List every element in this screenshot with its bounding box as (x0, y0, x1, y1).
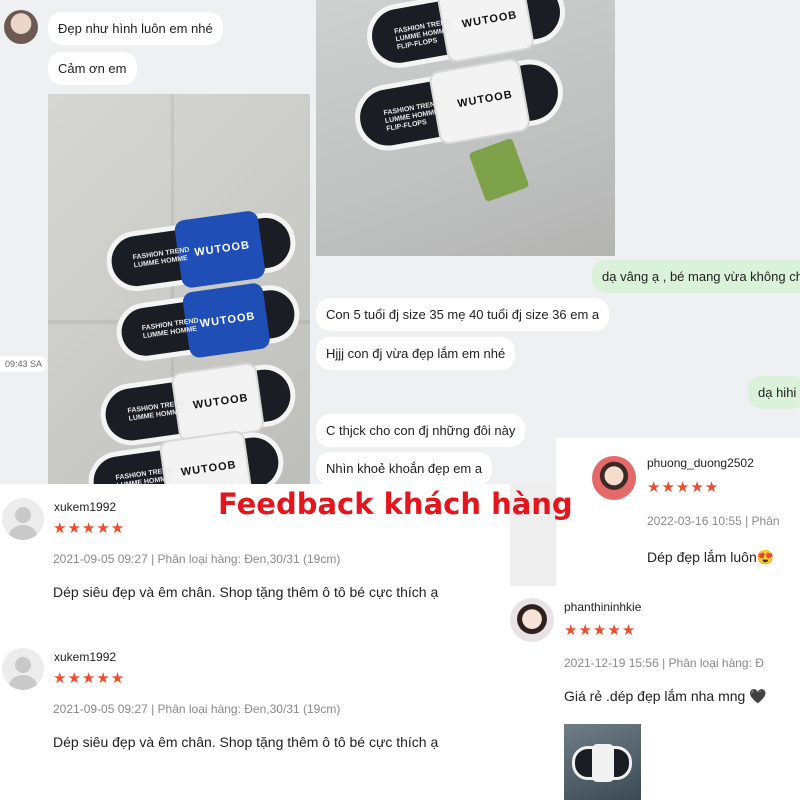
rating-stars: ★★★★★ (564, 622, 637, 639)
slipper-blue: FASHION TREND LUMME HOMME WUTOOB (112, 281, 304, 365)
chat-timestamp: 09:43 SA (0, 356, 48, 372)
review-username: phuong_duong2502 (647, 456, 754, 470)
product-photo-slippers[interactable]: FASHION TREND LUMME HOMME WUTOOB FASHION … (48, 94, 310, 484)
chat-message-incoming: Đẹp như hình luôn em nhé (48, 12, 223, 45)
chat-message-incoming: Hjjj con đj vừa đẹp lắm em nhé (316, 337, 516, 370)
review-meta: 2021-12-19 15:56 | Phân loại hàng: Đ (564, 656, 764, 670)
review-card: phuong_duong2502 ★★★★★ 2022-03-16 10:55 … (556, 438, 800, 586)
review-username: phanthininhkie (564, 600, 642, 614)
review-meta: 2022-03-16 10:55 | Phân (647, 514, 780, 528)
review-comment: Dép siêu đẹp và êm chân. Shop tặng thêm … (53, 584, 439, 600)
review-comment: Giá rẻ .dép đẹp lắm nha mng 🖤 (564, 688, 767, 704)
rating-stars: ★★★★★ (53, 670, 126, 687)
chat-message-outgoing: dạ vâng ạ , bé mang vừa không chị (592, 260, 800, 293)
review-username: xukem1992 (54, 500, 117, 514)
chat-message-incoming: C thjck cho con đj những đôi này (316, 414, 526, 447)
review-username: xukem1992 (54, 650, 117, 664)
review-card: phanthininhkie ★★★★★ 2021-12-19 15:56 | … (502, 586, 800, 800)
chat-message-incoming: Nhìn khoẻ khoắn đẹp em a (316, 452, 493, 484)
default-user-icon (2, 498, 44, 540)
review-meta: 2021-09-05 09:27 | Phân loại hàng: Đen,3… (53, 552, 341, 566)
customer-avatar (4, 10, 38, 44)
rating-stars: ★★★★★ (647, 479, 720, 496)
chat-message-incoming: Con 5 tuổi đj size 35 mẹ 40 tuổi đj size… (316, 298, 610, 331)
page-headline: Feedback khách hàng (218, 487, 573, 521)
chat-message-outgoing: dạ hihi (748, 376, 800, 409)
chat-screenshot: Đẹp như hình luôn em nhé Cảm ơn em 09:43… (0, 0, 800, 484)
product-photo-slippers-white[interactable]: FASHION TREND LUMME HOMME FLIP-FLOPS WUTOO… (316, 0, 615, 256)
review-comment: Dép siêu đẹp và êm chân. Shop tặng thêm … (53, 734, 439, 750)
chat-message-incoming: Cảm ơn em (48, 52, 137, 85)
reviews-panel-left: xukem1992 ★★★★★ 2021-09-05 09:27 | Phân … (0, 484, 510, 800)
review-comment: Dép đẹp lắm luôn😍 (647, 549, 775, 565)
slipper-blue: FASHION TREND LUMME HOMME WUTOOB (102, 209, 300, 295)
user-avatar (592, 456, 636, 500)
default-user-icon (2, 648, 44, 690)
user-avatar (510, 598, 554, 642)
review-photo-thumbnail[interactable] (564, 724, 641, 800)
review-meta: 2021-09-05 09:27 | Phân loại hàng: Đen,3… (53, 702, 341, 716)
rating-stars: ★★★★★ (53, 520, 126, 537)
